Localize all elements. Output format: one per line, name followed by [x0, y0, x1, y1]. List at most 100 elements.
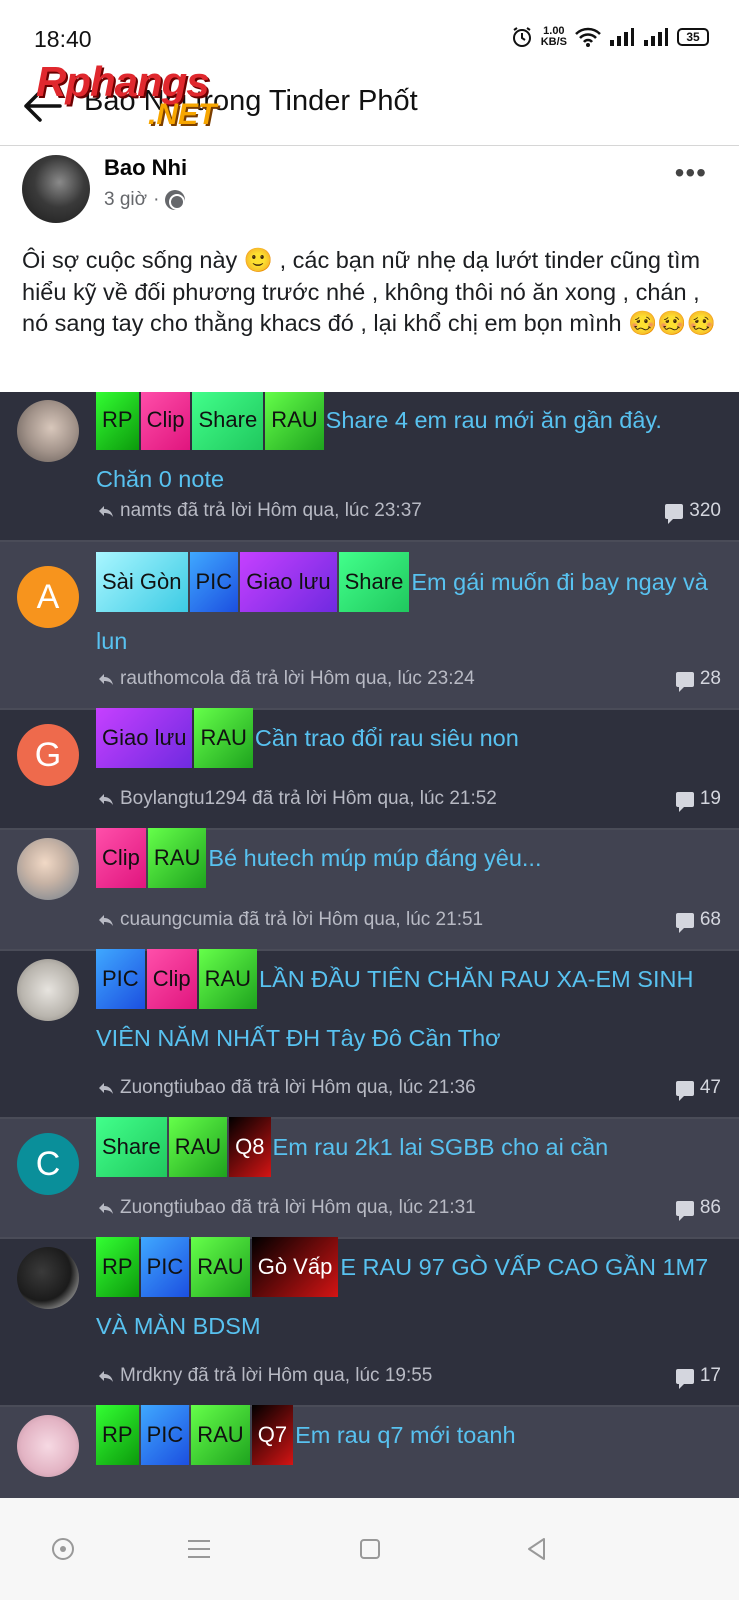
thread-avatar[interactable]: C [17, 1133, 79, 1195]
reply-icon [99, 1203, 113, 1214]
thread-title[interactable]: Share RAU Q8 Em rau 2k1 lai SGBB cho ai cần [96, 1117, 711, 1179]
thread-title-text[interactable]: Cần trao đổi rau siêu non [255, 725, 519, 751]
reply-count-value: 320 [689, 500, 721, 521]
comment-bubble-icon [675, 1200, 694, 1221]
thread-title-text[interactable]: Em rau q7 mới toanh [295, 1422, 516, 1448]
thread-last-reply: rauthomcola đã trả lời Hôm qua, lúc 23:2… [98, 668, 475, 690]
thread-avatar[interactable] [17, 1415, 79, 1477]
thread-prefix-tag[interactable]: Clip [146, 949, 197, 1009]
author-avatar[interactable] [22, 155, 90, 223]
thread-last-reply: cuaungcumia đã trả lời Hôm qua, lúc 21:5… [98, 909, 483, 931]
audience-icon [165, 190, 186, 210]
thread-row[interactable]: RP Clip Share RAU Share 4 em rau mới ăn gần … [0, 392, 739, 542]
back-triangle-icon[interactable] [522, 1534, 552, 1564]
thread-avatar[interactable]: G [17, 724, 79, 786]
thread-avatar[interactable]: A [17, 566, 79, 628]
thread-title-text[interactable]: Em rau 2k1 lai SGBB cho ai cần [273, 1134, 609, 1160]
thread-prefix-tag[interactable]: PIC [96, 949, 145, 1009]
comment-bubble-icon [675, 1080, 694, 1101]
thread-prefix-tag[interactable]: PIC [189, 552, 239, 612]
thread-prefix-tag[interactable]: RAU [147, 828, 207, 888]
thread-prefix-tag[interactable]: RAU [191, 1237, 250, 1297]
thread-prefix-tag[interactable]: Clip [96, 828, 146, 888]
thread-prefix-tag[interactable]: RAU [265, 392, 324, 450]
net-speed-unit: KB/S [540, 36, 567, 48]
thread-title[interactable]: Giao lưu RAU Cần trao đổi rau siêu non [96, 708, 711, 770]
thread-last-reply-text[interactable]: Zuongtiubao đã trả lời Hôm qua, lúc 21:3… [120, 1077, 476, 1099]
thread-row[interactable]: Clip RAU Bé hutech múp múp đáng yêu... cuau… [0, 828, 739, 951]
thread-last-reply-text[interactable]: namts đã trả lời Hôm qua, lúc 23:37 [120, 500, 422, 522]
thread-prefix-tag[interactable]: RP [96, 1405, 139, 1465]
thread-prefix-tag[interactable]: Q7 [251, 1405, 294, 1465]
thread-last-reply-text[interactable]: Zuongtiubao đã trả lời Hôm qua, lúc 21:3… [120, 1197, 476, 1219]
thread-row[interactable]: A Sài Gòn PIC Giao lưu Share Em gái muốn đi b… [0, 542, 739, 710]
comment-bubble-icon [675, 671, 694, 692]
thread-row[interactable]: RP PIC RAU Gò Vấp E RAU 97 GÒ VẤP CAO GẦN 1M… [0, 1237, 739, 1407]
thread-prefix-tag[interactable]: Gò Vấp [251, 1237, 339, 1297]
thread-last-reply-text[interactable]: rauthomcola đã trả lời Hôm qua, lúc 23:2… [120, 668, 475, 690]
post-time[interactable]: 3 giờ [104, 189, 147, 211]
thread-last-reply-text[interactable]: Boylangtu1294 đã trả lời Hôm qua, lúc 21… [120, 788, 497, 810]
thread-last-reply: Mrdkny đã trả lời Hôm qua, lúc 19:55 [98, 1365, 432, 1387]
comment-bubble-icon [675, 912, 694, 933]
reply-icon [99, 506, 113, 517]
thread-title[interactable]: RP PIC RAU Q7 Em rau q7 mới toanh [96, 1405, 711, 1467]
thread-avatar[interactable] [17, 838, 79, 900]
thread-last-reply-text[interactable]: Mrdkny đã trả lời Hôm qua, lúc 19:55 [120, 1365, 432, 1387]
thread-last-reply-text[interactable]: cuaungcumia đã trả lời Hôm qua, lúc 21:5… [120, 909, 483, 931]
thread-avatar[interactable] [17, 400, 79, 462]
thread-prefix-tag[interactable]: Clip [140, 392, 191, 450]
thread-prefix-tag[interactable]: Share [96, 1117, 167, 1177]
thread-title[interactable]: PIC Clip RAU LẦN ĐẦU TIÊN CHĂN RAU XA-EM SI… [96, 949, 711, 1066]
thread-last-reply: Boylangtu1294 đã trả lời Hôm qua, lúc 21… [98, 788, 497, 810]
comment-bubble-icon [675, 791, 694, 812]
signal-icon-2 [644, 28, 668, 46]
reply-count-value: 47 [699, 1077, 721, 1098]
menu-icon[interactable] [184, 1534, 214, 1564]
app-header: Bao Nhi trong Tinder Phốt [0, 70, 739, 146]
thread-title[interactable]: RP PIC RAU Gò Vấp E RAU 97 GÒ VẤP CAO GẦN 1M… [96, 1237, 711, 1354]
thread-avatar[interactable] [17, 1247, 79, 1309]
reply-icon [99, 915, 113, 926]
thread-prefix-tag[interactable]: PIC [140, 1237, 190, 1297]
reply-count: 17 [675, 1365, 721, 1389]
back-arrow-icon[interactable] [20, 84, 64, 128]
thread-prefix-tag[interactable]: RAU [191, 1405, 250, 1465]
thread-prefix-tag[interactable]: Giao lưu [240, 552, 337, 612]
reply-count: 47 [675, 1077, 721, 1101]
status-icons: 1.00 KB/S 35 [511, 26, 709, 48]
alarm-icon [512, 27, 531, 47]
reply-icon [99, 1371, 113, 1382]
thread-prefix-tag[interactable]: RP [96, 1237, 139, 1297]
home-square-icon[interactable] [355, 1534, 385, 1564]
reply-count: 320 [665, 500, 721, 524]
thread-row[interactable]: G Giao lưu RAU Cần trao đổi rau siêu non Boy… [0, 708, 739, 830]
reply-count: 68 [675, 909, 721, 933]
reply-count-value: 86 [699, 1197, 721, 1218]
thread-prefix-tag[interactable]: Share [338, 552, 410, 612]
thread-prefix-tag[interactable]: RP [96, 392, 139, 450]
thread-title[interactable]: Clip RAU Bé hutech múp múp đáng yêu... [96, 828, 711, 890]
thread-prefix-tag[interactable]: RAU [198, 949, 258, 1009]
thread-prefix-tag[interactable]: Giao lưu [96, 708, 193, 768]
thread-prefix-tag[interactable]: RAU [168, 1117, 228, 1177]
thread-title[interactable]: Sài Gòn PIC Giao lưu Share Em gái muốn đi ba… [96, 552, 711, 669]
thread-prefix-tag[interactable]: Q8 [229, 1117, 271, 1177]
thread-prefix-tag[interactable]: Share [192, 392, 264, 450]
thread-prefix-tag[interactable]: RAU [194, 708, 253, 768]
more-options-icon[interactable]: ••• [675, 157, 707, 189]
thread-row[interactable]: PIC Clip RAU LẦN ĐẦU TIÊN CHĂN RAU XA-EM SI… [0, 949, 739, 1119]
thread-avatar[interactable] [17, 959, 79, 1021]
status-time: 18:40 [34, 26, 92, 52]
thread-row[interactable]: C Share RAU Q8 Em rau 2k1 lai SGBB cho ai cầ… [0, 1117, 739, 1239]
thread-title[interactable]: RP Clip Share RAU Share 4 em rau mới ăn gần … [96, 392, 711, 507]
post-card: Bao Nhi 3 giờ · ••• Ôi sợ cuộc sống này … [0, 147, 739, 392]
post-text: Ôi sợ cuộc sống này 🙂 , các bạn nữ nhẹ d… [22, 247, 716, 336]
assistant-circle-icon[interactable] [48, 1534, 78, 1564]
thread-prefix-tag[interactable]: Sài Gòn [96, 552, 188, 612]
meta-separator: · [153, 189, 160, 210]
thread-prefix-tag[interactable]: PIC [140, 1405, 190, 1465]
thread-title-text[interactable]: Bé hutech múp múp đáng yêu... [208, 845, 541, 871]
thread-row[interactable]: RP PIC RAU Q7 Em rau q7 mới toanh [0, 1405, 739, 1498]
author-name[interactable]: Bao Nhi [104, 155, 187, 181]
